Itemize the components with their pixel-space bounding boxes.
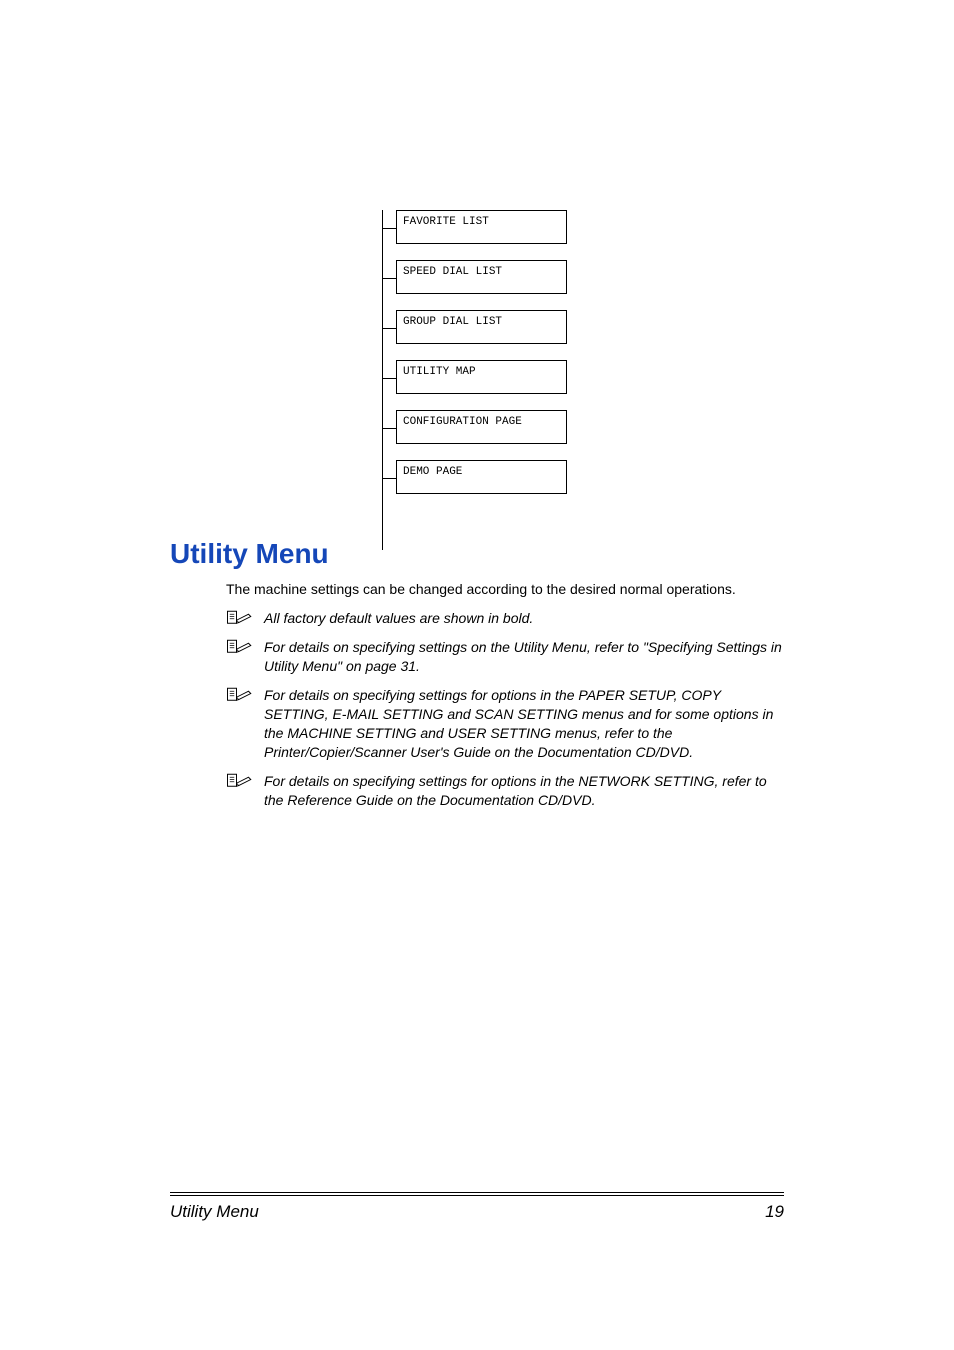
tree-connector — [382, 478, 396, 479]
tree-node: UTILITY MAP — [396, 360, 567, 394]
note-block: All factory default values are shown in … — [226, 609, 784, 628]
tree-connector — [382, 428, 396, 429]
tree-connector — [382, 278, 396, 279]
note-text: All factory default values are shown in … — [264, 610, 533, 626]
tree-node-wrap: UTILITY MAP — [382, 360, 567, 394]
tree-connector — [382, 228, 396, 229]
tree-node: CONFIGURATION PAGE — [396, 410, 567, 444]
intro-text: The machine settings can be changed acco… — [226, 580, 784, 599]
tree-node-wrap: CONFIGURATION PAGE — [382, 410, 567, 444]
page-footer: Utility Menu 19 — [170, 1192, 784, 1222]
tree-connector — [382, 378, 396, 379]
footer-rule — [170, 1192, 784, 1193]
note-icon — [226, 638, 256, 656]
note-icon — [226, 609, 256, 627]
footer-rule — [170, 1195, 784, 1196]
note-text: For details on specifying settings on th… — [264, 639, 782, 674]
tree-node: SPEED DIAL LIST — [396, 260, 567, 294]
note-icon — [226, 686, 256, 704]
tree-node-wrap: FAVORITE LIST — [382, 210, 567, 244]
note-text: For details on specifying settings for o… — [264, 687, 773, 760]
tree-diagram: FAVORITE LIST SPEED DIAL LIST GROUP DIAL… — [382, 210, 567, 502]
note-block: For details on specifying settings for o… — [226, 772, 784, 810]
footer-title: Utility Menu — [170, 1202, 259, 1222]
tree-node-wrap: SPEED DIAL LIST — [382, 260, 567, 294]
tree-node-wrap: DEMO PAGE — [382, 460, 567, 494]
note-block: For details on specifying settings for o… — [226, 686, 784, 762]
note-icon — [226, 772, 256, 790]
tree-node: GROUP DIAL LIST — [396, 310, 567, 344]
tree-node: FAVORITE LIST — [396, 210, 567, 244]
footer-page-number: 19 — [765, 1202, 784, 1222]
tree-node: DEMO PAGE — [396, 460, 567, 494]
page-heading: Utility Menu — [170, 538, 784, 570]
tree-connector — [382, 328, 396, 329]
note-block: For details on specifying settings on th… — [226, 638, 784, 676]
tree-node-wrap: GROUP DIAL LIST — [382, 310, 567, 344]
note-text: For details on specifying settings for o… — [264, 773, 767, 808]
